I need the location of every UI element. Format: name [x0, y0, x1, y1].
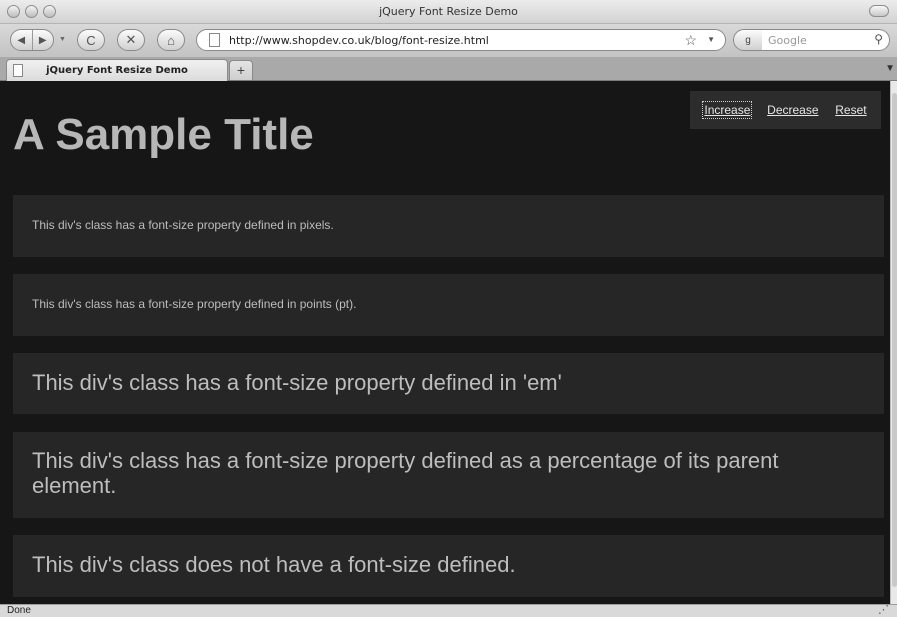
box-text: This div's class has a font-size propert… [32, 448, 779, 498]
resize-grip-icon[interactable]: ⋰ [878, 603, 889, 616]
content-box-pixels: This div's class has a font-size propert… [13, 195, 884, 257]
box-text: This div's class has a font-size propert… [32, 370, 562, 395]
content-box-percentage: This div's class has a font-size propert… [13, 432, 884, 518]
url-text[interactable]: http://www.shopdev.co.uk/blog/font-resiz… [229, 34, 489, 47]
page-content: A Sample Title Increase Decrease Reset T… [0, 81, 890, 604]
navigation-toolbar: ◀ ▶ ▼ C ✕ ⌂ http://www.shopdev.co.uk/blo… [0, 24, 897, 57]
scrollbar-thumb[interactable] [892, 93, 897, 587]
increase-font-link[interactable]: Increase [702, 101, 753, 119]
page-icon [209, 33, 220, 47]
status-bar: Done ⋰ [0, 604, 897, 617]
tab-label: jQuery Font Resize Demo [46, 65, 188, 76]
window-title: jQuery Font Resize Demo [379, 5, 518, 18]
new-tab-button[interactable]: + [229, 60, 253, 80]
toolbar-toggle-button[interactable] [869, 5, 889, 17]
content-box-points: This div's class has a font-size propert… [13, 274, 884, 336]
tab-active[interactable]: jQuery Font Resize Demo [6, 59, 228, 81]
history-dropdown-icon[interactable]: ▼ [59, 36, 66, 43]
tab-list-icon[interactable]: ▼ [885, 63, 895, 74]
bookmark-star-icon[interactable]: ☆ [684, 32, 697, 49]
reset-font-link[interactable]: Reset [835, 103, 866, 117]
vertical-scrollbar[interactable] [890, 81, 897, 604]
decrease-font-link[interactable]: Decrease [767, 103, 818, 117]
page-title: A Sample Title [13, 110, 314, 159]
url-bar[interactable]: http://www.shopdev.co.uk/blog/font-resiz… [196, 29, 726, 51]
search-input[interactable]: Google ⚲ [762, 29, 890, 51]
box-text: This div's class does not have a font-si… [32, 552, 516, 577]
url-dropdown-icon[interactable]: ▼ [707, 35, 715, 44]
window-titlebar: jQuery Font Resize Demo [0, 0, 897, 24]
home-button[interactable]: ⌂ [157, 29, 185, 51]
stop-button[interactable]: ✕ [117, 29, 145, 51]
content-box-undefined: This div's class does not have a font-si… [13, 535, 884, 597]
search-engine-button[interactable]: g [733, 29, 763, 51]
font-resize-controls: Increase Decrease Reset [690, 91, 881, 129]
forward-button[interactable]: ▶ [31, 30, 54, 50]
back-forward-group: ◀ ▶ [10, 29, 54, 51]
back-button[interactable]: ◀ [11, 30, 32, 50]
status-text: Done [7, 605, 31, 616]
search-icon[interactable]: ⚲ [874, 32, 883, 46]
reload-button[interactable]: C [77, 29, 105, 51]
content-box-em: This div's class has a font-size propert… [13, 353, 884, 414]
search-placeholder: Google [768, 34, 807, 47]
box-text: This div's class has a font-size propert… [32, 218, 334, 232]
tab-strip: jQuery Font Resize Demo + ▼ [0, 57, 897, 81]
box-text: This div's class has a font-size propert… [32, 297, 357, 311]
